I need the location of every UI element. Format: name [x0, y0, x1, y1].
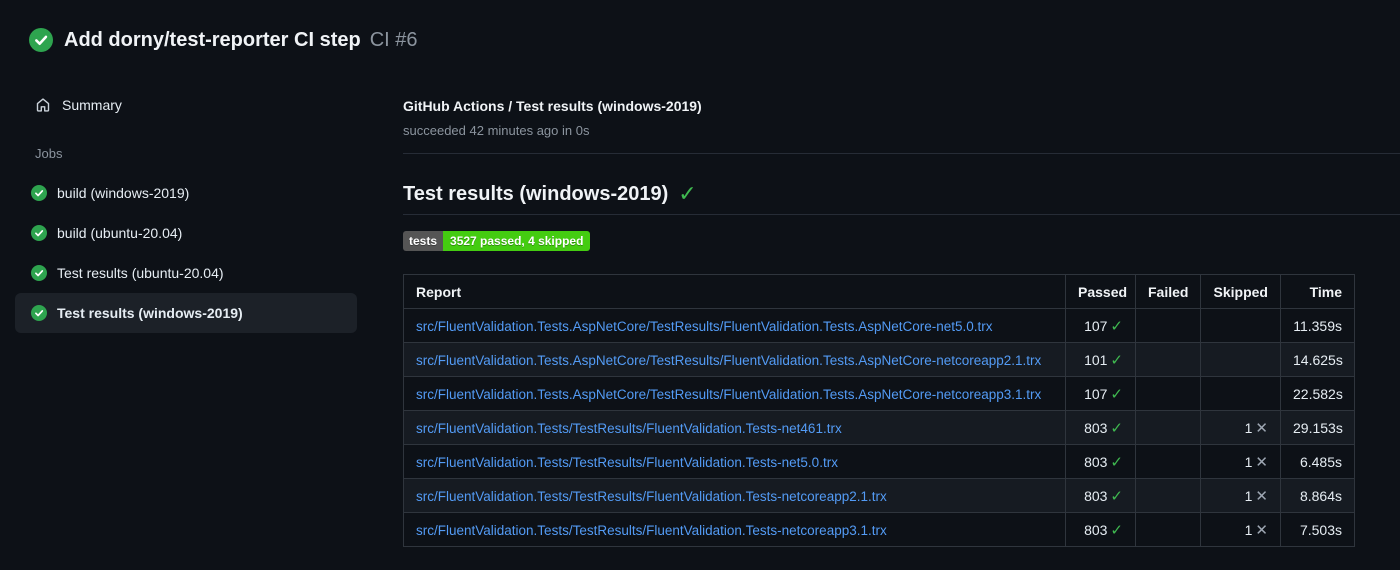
check-icon: ✓	[678, 181, 697, 206]
jobs-section-label: Jobs	[35, 146, 63, 161]
x-icon: ✕	[1255, 419, 1268, 437]
job-label: Test results (ubuntu-20.04)	[57, 265, 224, 281]
skipped-cell	[1200, 376, 1281, 411]
skipped-count: 1	[1244, 419, 1253, 436]
column-passed: Passed	[1065, 274, 1136, 309]
check-circle-icon	[31, 225, 47, 241]
sidebar-item-job-testresults-windows[interactable]: Test results (windows-2019)	[15, 293, 357, 333]
sidebar-item-job-build-windows[interactable]: build (windows-2019)	[15, 173, 357, 213]
table-row: src/FluentValidation.Tests.AspNetCore/Te…	[403, 376, 1355, 411]
failed-cell	[1135, 512, 1201, 547]
check-run-title: GitHub Actions / Test results (windows-2…	[403, 98, 702, 114]
check-icon: ✓	[1110, 487, 1123, 505]
report-link[interactable]: src/FluentValidation.Tests/TestResults/F…	[416, 523, 887, 538]
failed-cell	[1135, 444, 1201, 479]
report-link[interactable]: src/FluentValidation.Tests/TestResults/F…	[416, 455, 838, 470]
check-icon: ✓	[1110, 453, 1123, 471]
check-circle-icon	[31, 185, 47, 201]
check-icon: ✓	[1110, 351, 1123, 369]
time-cell: 8.864s	[1280, 478, 1355, 513]
badge-value: 3527 passed, 4 skipped	[443, 231, 591, 251]
column-report: Report	[403, 274, 1066, 309]
job-label: Test results (windows-2019)	[57, 305, 243, 321]
passed-count: 803	[1084, 521, 1108, 538]
time-cell: 22.582s	[1280, 376, 1355, 411]
report-link[interactable]: src/FluentValidation.Tests.AspNetCore/Te…	[416, 387, 1041, 402]
section-title: Test results (windows-2019)	[403, 183, 669, 205]
failed-cell	[1135, 410, 1201, 445]
results-table: Report Passed Failed Skipped Time src/Fl…	[403, 274, 1355, 547]
report-link[interactable]: src/FluentValidation.Tests/TestResults/F…	[416, 421, 842, 436]
x-icon: ✕	[1255, 521, 1268, 539]
skipped-count: 1	[1244, 521, 1253, 538]
skipped-count: 1	[1244, 487, 1253, 504]
sidebar-item-job-testresults-ubuntu[interactable]: Test results (ubuntu-20.04)	[15, 253, 357, 293]
check-circle-icon	[29, 28, 53, 52]
failed-cell	[1135, 376, 1201, 411]
sidebar: Summary Jobs build (windows-2019) build …	[0, 90, 388, 547]
table-row: src/FluentValidation.Tests/TestResults/F…	[403, 444, 1355, 479]
check-circle-icon	[31, 305, 47, 321]
failed-cell	[1135, 342, 1201, 377]
table-row: src/FluentValidation.Tests.AspNetCore/Te…	[403, 342, 1355, 377]
check-icon: ✓	[1110, 521, 1123, 539]
failed-cell	[1135, 478, 1201, 513]
passed-count: 101	[1084, 351, 1108, 368]
column-failed: Failed	[1135, 274, 1201, 309]
check-icon: ✓	[1110, 385, 1123, 403]
check-run-status: succeeded 42 minutes ago in 0s	[403, 123, 590, 138]
sidebar-item-summary[interactable]: Summary	[15, 90, 388, 120]
passed-count: 803	[1084, 419, 1108, 436]
table-row: src/FluentValidation.Tests/TestResults/F…	[403, 512, 1355, 547]
failed-cell	[1135, 308, 1201, 343]
check-icon: ✓	[1110, 419, 1123, 437]
skipped-cell	[1200, 308, 1281, 343]
time-cell: 29.153s	[1280, 410, 1355, 445]
divider	[403, 153, 1400, 154]
passed-count: 107	[1084, 317, 1108, 334]
divider	[403, 214, 1400, 215]
tests-badge: tests 3527 passed, 4 skipped	[403, 231, 591, 251]
skipped-cell	[1200, 342, 1281, 377]
time-cell: 6.485s	[1280, 444, 1355, 479]
skipped-count: 1	[1244, 453, 1253, 470]
table-row: src/FluentValidation.Tests/TestResults/F…	[403, 410, 1355, 445]
report-link[interactable]: src/FluentValidation.Tests/TestResults/F…	[416, 489, 887, 504]
column-skipped: Skipped	[1200, 274, 1281, 309]
report-link[interactable]: src/FluentValidation.Tests.AspNetCore/Te…	[416, 353, 1041, 368]
badge-label: tests	[403, 231, 444, 251]
time-cell: 14.625s	[1280, 342, 1355, 377]
report-link[interactable]: src/FluentValidation.Tests.AspNetCore/Te…	[416, 319, 993, 334]
run-title: Add dorny/test-reporter CI step	[64, 28, 361, 51]
x-icon: ✕	[1255, 453, 1268, 471]
table-header-row: Report Passed Failed Skipped Time	[403, 274, 1355, 309]
column-time: Time	[1280, 274, 1355, 309]
sidebar-summary-label: Summary	[62, 97, 122, 113]
main-panel: GitHub Actions / Test results (windows-2…	[388, 90, 1400, 547]
run-number: CI #6	[369, 28, 418, 51]
run-header: Add dorny/test-reporter CI step CI #6	[0, 0, 1400, 52]
passed-count: 803	[1084, 453, 1108, 470]
job-label: build (ubuntu-20.04)	[57, 225, 183, 241]
x-icon: ✕	[1255, 487, 1268, 505]
job-label: build (windows-2019)	[57, 185, 190, 201]
table-row: src/FluentValidation.Tests.AspNetCore/Te…	[403, 308, 1355, 343]
check-circle-icon	[31, 265, 47, 281]
home-icon	[35, 97, 51, 113]
table-row: src/FluentValidation.Tests/TestResults/F…	[403, 478, 1355, 513]
check-icon: ✓	[1110, 317, 1123, 335]
passed-count: 803	[1084, 487, 1108, 504]
time-cell: 7.503s	[1280, 512, 1355, 547]
passed-count: 107	[1084, 385, 1108, 402]
sidebar-item-job-build-ubuntu[interactable]: build (ubuntu-20.04)	[15, 213, 357, 253]
time-cell: 11.359s	[1280, 308, 1355, 343]
